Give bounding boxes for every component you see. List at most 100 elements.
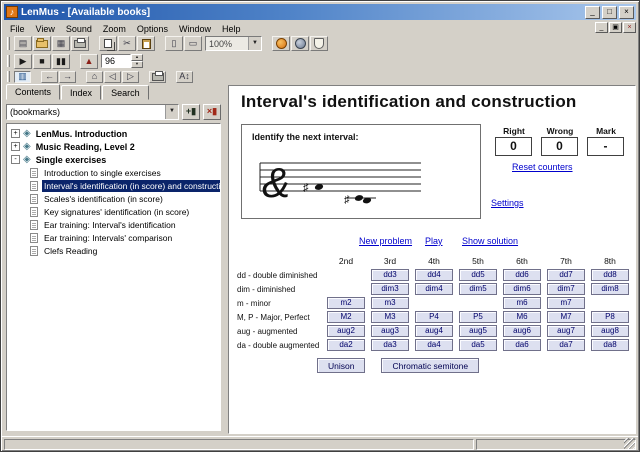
shield-button[interactable] [310,36,328,51]
spin-up-icon[interactable]: ▲ [131,54,143,61]
menu-view[interactable]: View [36,24,55,34]
tempo-spinner-value[interactable]: 96 [101,54,131,68]
interval-button-dim7[interactable]: dim7 [547,283,585,295]
interval-button-da6[interactable]: da6 [503,339,541,351]
page-next-button[interactable]: ▷ [122,71,139,83]
interval-button-dim4[interactable]: dim4 [415,283,453,295]
interval-button-dim6[interactable]: dim6 [503,283,541,295]
tree-expander[interactable]: + [11,142,20,151]
copy-button[interactable] [99,36,117,51]
save-score-button[interactable]: ▦ [52,36,70,51]
nav-back-button[interactable]: ← [41,71,58,83]
chevron-down-icon[interactable]: ▼ [248,37,261,50]
interval-button-dd5[interactable]: dd5 [459,269,497,281]
interval-button-dd7[interactable]: dd7 [547,269,585,281]
menu-zoom[interactable]: Zoom [103,24,126,34]
metronome-button[interactable]: ▲ [80,54,98,69]
interval-button-m7[interactable]: m7 [547,297,585,309]
bookmark-add-button[interactable]: +▮ [182,104,200,120]
interval-button-dim8[interactable]: dim8 [591,283,629,295]
settings-link[interactable]: Settings [491,198,524,208]
interval-button-da4[interactable]: da4 [415,339,453,351]
interval-button-aug8[interactable]: aug8 [591,325,629,337]
tree-item[interactable]: Scales's identification (in score) [8,192,219,205]
tree-item[interactable]: Interval's identification (in score) and… [8,179,219,192]
toolbar-grip[interactable] [7,71,10,81]
tree-item[interactable]: Introduction to single exercises [8,166,219,179]
interval-button-aug4[interactable]: aug4 [415,325,453,337]
interval-button-dd6[interactable]: dd6 [503,269,541,281]
maximize-button[interactable]: □ [602,6,617,19]
unison-button[interactable]: Unison [317,358,365,373]
page-prev-button[interactable]: ◁ [104,71,121,83]
tab-index[interactable]: Index [61,85,101,100]
interval-button-P5[interactable]: P5 [459,311,497,323]
interval-button-da7[interactable]: da7 [547,339,585,351]
new-score-button[interactable]: ▤ [14,36,32,51]
show-solution-link[interactable]: Show solution [462,236,518,246]
full-mode-button[interactable]: ▭ [184,36,202,51]
mdi-restore-button[interactable]: ▣ [609,22,622,33]
toolbar-grip[interactable] [7,55,10,68]
chromatic-semitone-button[interactable]: Chromatic semitone [381,358,479,373]
mdi-minimize-button[interactable]: _ [595,22,608,33]
smiley-button[interactable] [272,36,290,51]
chevron-down-icon[interactable]: ▼ [165,105,178,119]
stop-button[interactable]: ■ [33,54,51,69]
interval-button-dim5[interactable]: dim5 [459,283,497,295]
minimize-button[interactable]: _ [585,6,600,19]
tree-item[interactable]: Key signatures' identification (in score… [8,205,219,218]
resize-grip[interactable] [624,438,635,449]
tab-contents[interactable]: Contents [6,84,60,100]
print-page-button[interactable] [149,71,166,83]
font-size-button[interactable]: A↕ [176,71,193,83]
open-book-button[interactable] [33,36,51,51]
tree-item[interactable]: -◈Single exercises [8,153,219,166]
mdi-close-button[interactable]: × [623,22,636,33]
clock-button[interactable] [291,36,309,51]
tree-item[interactable]: +◈LenMus. Introduction [8,127,219,140]
print-button[interactable] [71,36,89,51]
menu-sound[interactable]: Sound [66,24,92,34]
interval-button-aug2[interactable]: aug2 [327,325,365,337]
cut-button[interactable]: ✂ [118,36,136,51]
tree-expander[interactable]: + [11,129,20,138]
tree-item[interactable]: +◈Music Reading, Level 2 [8,140,219,153]
paste-button[interactable] [137,36,155,51]
play-button[interactable]: ▶ [14,54,32,69]
tree-expander[interactable]: - [11,155,20,164]
interval-button-P8[interactable]: P8 [591,311,629,323]
interval-button-m6[interactable]: m6 [503,297,541,309]
interval-button-dd8[interactable]: dd8 [591,269,629,281]
interval-button-P4[interactable]: P4 [415,311,453,323]
interval-button-M3[interactable]: M3 [371,311,409,323]
menu-options[interactable]: Options [137,24,168,34]
tree-item[interactable]: Ear training: Intervals' comparison [8,231,219,244]
page-mode-button[interactable]: ▯ [165,36,183,51]
interval-button-aug3[interactable]: aug3 [371,325,409,337]
interval-button-M6[interactable]: M6 [503,311,541,323]
reset-counters-link[interactable]: Reset counters [512,162,573,172]
zoom-combo[interactable]: 100%▼ [205,36,262,51]
bookmark-delete-button[interactable]: ×▮ [203,104,221,120]
spin-down-icon[interactable]: ▼ [131,61,143,68]
tree-item[interactable]: Clefs Reading [8,244,219,257]
bookmarks-combo[interactable]: (bookmarks) ▼ [6,104,179,120]
interval-button-M2[interactable]: M2 [327,311,365,323]
menu-help[interactable]: Help [222,24,241,34]
play-link[interactable]: Play [425,236,443,246]
close-button[interactable]: × [619,6,634,19]
interval-button-dd3[interactable]: dd3 [371,269,409,281]
interval-button-aug6[interactable]: aug6 [503,325,541,337]
nav-forward-button[interactable]: → [59,71,76,83]
interval-button-da3[interactable]: da3 [371,339,409,351]
interval-button-dim3[interactable]: dim3 [371,283,409,295]
interval-button-m3[interactable]: m3 [371,297,409,309]
interval-button-m2[interactable]: m2 [327,297,365,309]
page-home-button[interactable]: ⌂ [86,71,103,83]
toolbar-grip[interactable] [7,37,10,51]
interval-button-da5[interactable]: da5 [459,339,497,351]
tempo-spinner[interactable]: 96▲▼ [101,54,143,68]
interval-button-aug5[interactable]: aug5 [459,325,497,337]
menu-file[interactable]: File [10,24,25,34]
